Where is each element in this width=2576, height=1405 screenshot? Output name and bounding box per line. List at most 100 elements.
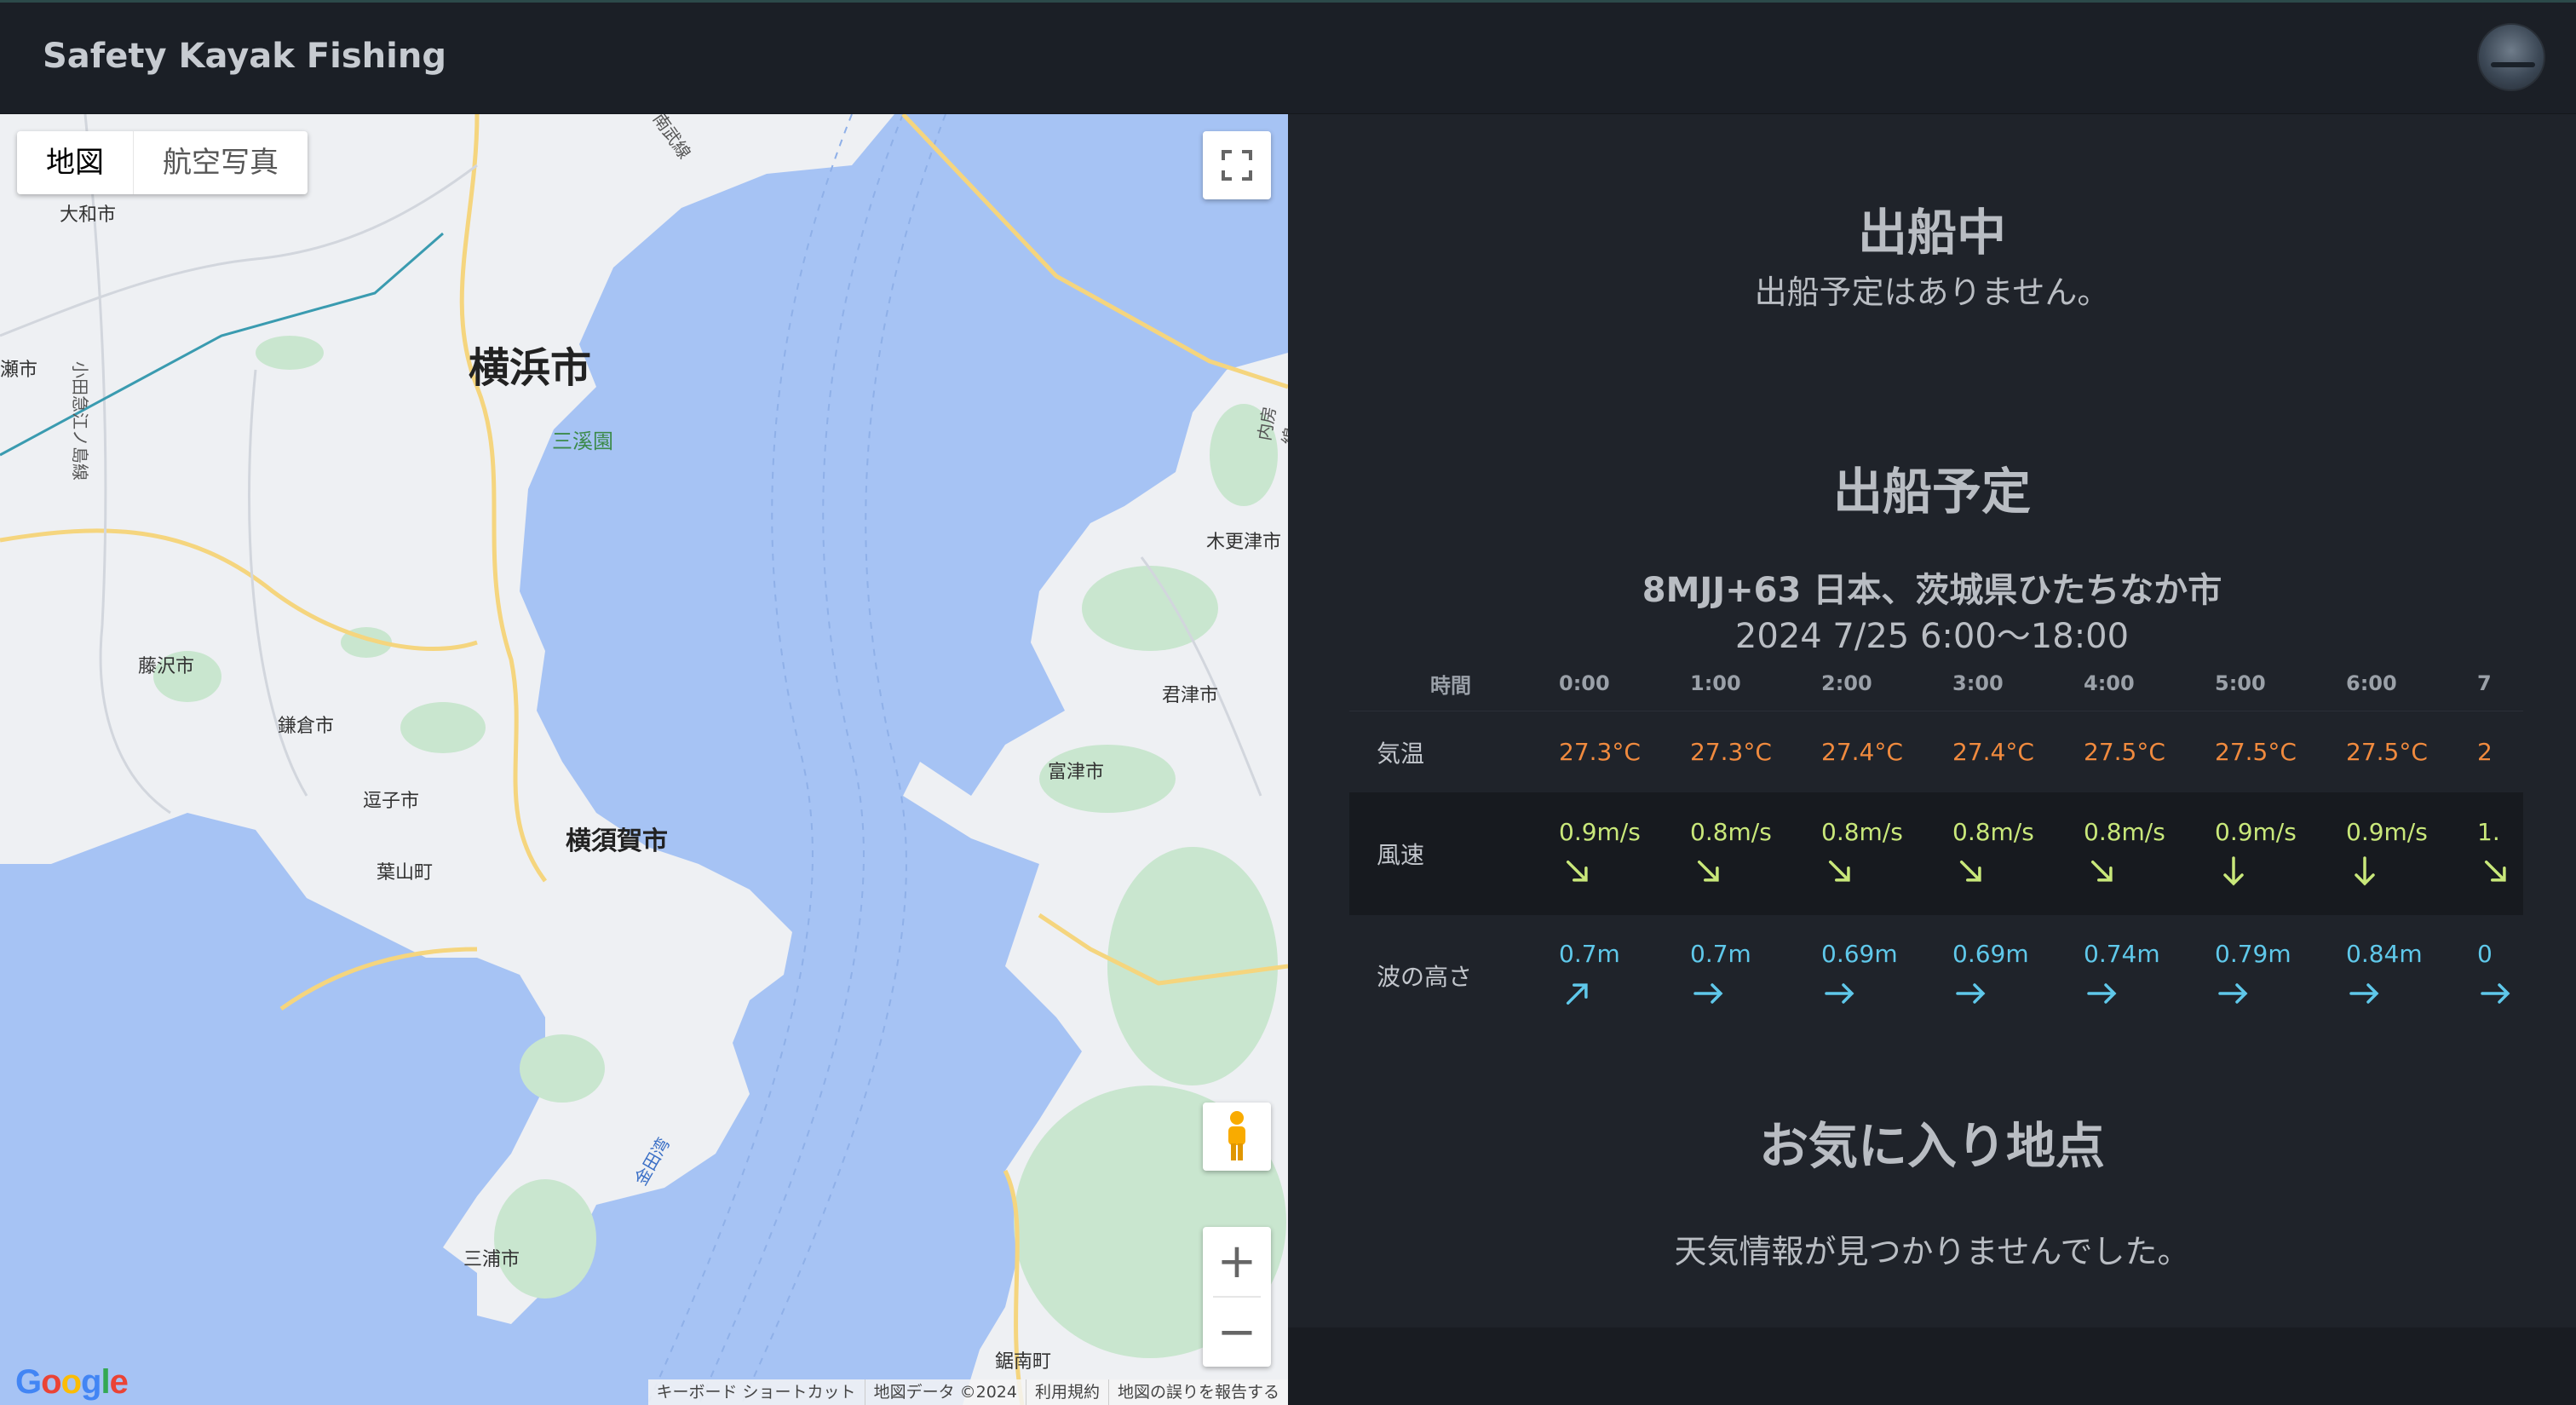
active-message: 出船予定はありません。 — [1754, 274, 2110, 311]
label-kisarazu: 木更津市 — [1206, 532, 1282, 553]
wave-height: 0.7m — [1559, 939, 1620, 968]
label-yokosuka: 横須賀市 — [566, 826, 668, 856]
wind-label: 風速 — [1377, 841, 1425, 869]
temp-cell: 27.3°C — [1690, 738, 1772, 766]
hour-cell: 3:00 — [1952, 671, 2004, 695]
panel-footer — [1288, 1327, 2576, 1405]
forecast-wave-row: 波の高さ 0.7m 0.7m 0.69m 0.69m 0.74m 0.79m 0.84m 0 — [1349, 915, 2523, 1036]
temp-cell: 27.5°C — [2084, 738, 2165, 766]
wind-direction-arrow-icon — [1828, 860, 1850, 882]
hour-cell: 7 — [2477, 671, 2492, 695]
wind-cell: 0.9m/s — [2208, 792, 2339, 915]
temp-cell: 2 — [2477, 738, 2493, 766]
hour-cell: 4:00 — [2084, 671, 2135, 695]
wave-height: 0.79m — [2215, 939, 2291, 968]
terms-link[interactable]: 利用規約 — [1025, 1379, 1108, 1405]
wave-direction-arrow-icon — [2349, 982, 2379, 1004]
scheduled-title: 出船予定 — [1832, 463, 2031, 521]
wave-direction-arrow-icon — [1825, 982, 1854, 1004]
scheduled-location: 8MJJ+63 日本、茨城県ひたちなか市 — [1642, 571, 2222, 610]
temp-cell: 27.5°C — [2346, 738, 2428, 766]
favorites-message: 天気情報が見つかりませんでした。 — [1674, 1233, 2190, 1270]
wind-speed: 0.8m/s — [1690, 817, 1772, 846]
map-data-text: 地図データ ©2024 — [864, 1379, 1026, 1405]
user-avatar[interactable] — [2477, 23, 2545, 91]
scheduled-time: 2024 7/25 6:00〜18:00 — [1734, 617, 2130, 656]
wave-cell: 0.79m — [2208, 915, 2339, 1036]
wave-height: 0.69m — [1952, 939, 2029, 968]
wind-speed: 0.8m/s — [1952, 817, 2034, 846]
wave-cell: 0.7m — [1683, 915, 1814, 1036]
app-title[interactable]: Safety Kayak Fishing — [43, 37, 446, 76]
zoom-out-button[interactable]: − — [1203, 1298, 1271, 1367]
label-sankeien: 三溪園 — [552, 429, 613, 453]
fullscreen-button[interactable] — [1203, 131, 1271, 199]
google-logo[interactable]: Google — [15, 1363, 129, 1402]
forecast-wind-row: 風速 0.9m/s 0.8m/s 0.8m/s 0.8m/s 0.8m/s 0.9m/s 0… — [1349, 792, 2523, 915]
wind-direction-arrow-icon — [2090, 860, 2113, 882]
wind-direction-arrow-icon — [2355, 855, 2375, 885]
fullscreen-icon — [1222, 150, 1252, 181]
wave-direction-arrow-icon — [2481, 982, 2510, 1004]
favorites-title: お気に入り地点 — [1758, 1117, 2105, 1175]
wave-label: 波の高さ — [1377, 963, 1473, 991]
forecast-temp-row: 気温 27.3°C 27.3°C 27.4°C 27.4°C 27.5°C 27.5°C 2… — [1349, 711, 2523, 792]
forecast-table[interactable]: 時間 0:00 1:00 2:00 3:00 4:00 5:00 6:00 7 気温 27.3… — [1349, 656, 2523, 1036]
label-ayase: 瀬市 — [0, 360, 38, 381]
map-type-map-button[interactable]: 地図 — [17, 131, 134, 194]
wind-cell: 0.8m/s — [1683, 792, 1814, 915]
hour-cell: 0:00 — [1559, 671, 1610, 695]
temp-cell: 27.3°C — [1559, 738, 1641, 766]
hour-cell: 2:00 — [1821, 671, 1872, 695]
hour-cell: 5:00 — [2215, 671, 2266, 695]
label-miura: 三浦市 — [463, 1249, 520, 1270]
wave-cell: 0.7m — [1552, 915, 1683, 1036]
wave-cell: 0.74m — [2077, 915, 2208, 1036]
wind-cell: 0.9m/s — [2339, 792, 2470, 915]
wind-speed: 0.9m/s — [2215, 817, 2297, 846]
wind-direction-arrow-icon — [1959, 860, 1981, 882]
hour-cell: 6:00 — [2346, 671, 2397, 695]
forecast-hours-row: 時間 0:00 1:00 2:00 3:00 4:00 5:00 6:00 7 — [1349, 656, 2523, 711]
report-error-link[interactable]: 地図の誤りを報告する — [1107, 1379, 1288, 1405]
keyboard-shortcuts-link[interactable]: キーボード ショートカット — [648, 1379, 865, 1405]
label-yamato: 大和市 — [60, 204, 117, 226]
label-hayama: 葉山町 — [377, 862, 434, 884]
map-view[interactable]: 横浜市 三溪園 大和市 瀬市 藤沢市 鎌倉市 逗子市 葉山町 横須賀市 三浦市 … — [0, 114, 1288, 1405]
wind-direction-arrow-icon — [2484, 860, 2506, 882]
wave-cell: 0.69m — [1814, 915, 1946, 1036]
wind-cell: 0.8m/s — [1814, 792, 1946, 915]
hour-cell: 1:00 — [1690, 671, 1741, 695]
wind-cell: 0.9m/s — [1552, 792, 1683, 915]
label-zushi: 逗子市 — [363, 791, 420, 812]
wind-direction-arrow-icon — [1566, 860, 1588, 882]
wind-speed: 0.8m/s — [1821, 817, 1903, 846]
street-view-button[interactable] — [1203, 1103, 1271, 1171]
label-odakyu: 小田急江ノ島線 — [70, 361, 90, 481]
wave-direction-arrow-icon — [1566, 982, 1588, 1005]
wind-cell: 0.8m/s — [2077, 792, 2208, 915]
wave-direction-arrow-icon — [1956, 982, 1986, 1004]
zoom-in-button[interactable]: + — [1203, 1227, 1271, 1296]
pegman-icon — [1228, 1111, 1245, 1160]
label-yokohama: 横浜市 — [469, 344, 592, 392]
wave-cell: 0.84m — [2339, 915, 2470, 1036]
map-type-satellite-button[interactable]: 航空写真 — [134, 131, 308, 194]
wave-height: 0.74m — [2084, 939, 2160, 968]
wave-cell: 0 — [2470, 915, 2523, 1036]
temp-cell: 27.4°C — [1952, 738, 2034, 766]
info-panel: 出船中 出船予定はありません。 出船予定 8MJJ+63 日本、茨城県ひたちなか… — [1288, 114, 2576, 1327]
wave-cell: 0.69m — [1946, 915, 2077, 1036]
map-attribution: キーボード ショートカット 地図データ ©2024 利用規約 地図の誤りを報告す… — [647, 1379, 1288, 1405]
temp-cell: 27.5°C — [2215, 738, 2297, 766]
wave-direction-arrow-icon — [2218, 982, 2248, 1004]
label-kimitsu: 君津市 — [1162, 685, 1219, 706]
wind-direction-arrow-icon — [1697, 860, 1719, 882]
wind-direction-arrow-icon — [2223, 855, 2244, 885]
wave-height: 0.69m — [1821, 939, 1898, 968]
wave-direction-arrow-icon — [1693, 982, 1723, 1004]
app-header: Safety Kayak Fishing — [0, 0, 2576, 114]
label-kamakura: 鎌倉市 — [278, 716, 335, 737]
wind-cell: 1. — [2470, 792, 2523, 915]
zoom-control: + − — [1203, 1227, 1271, 1367]
